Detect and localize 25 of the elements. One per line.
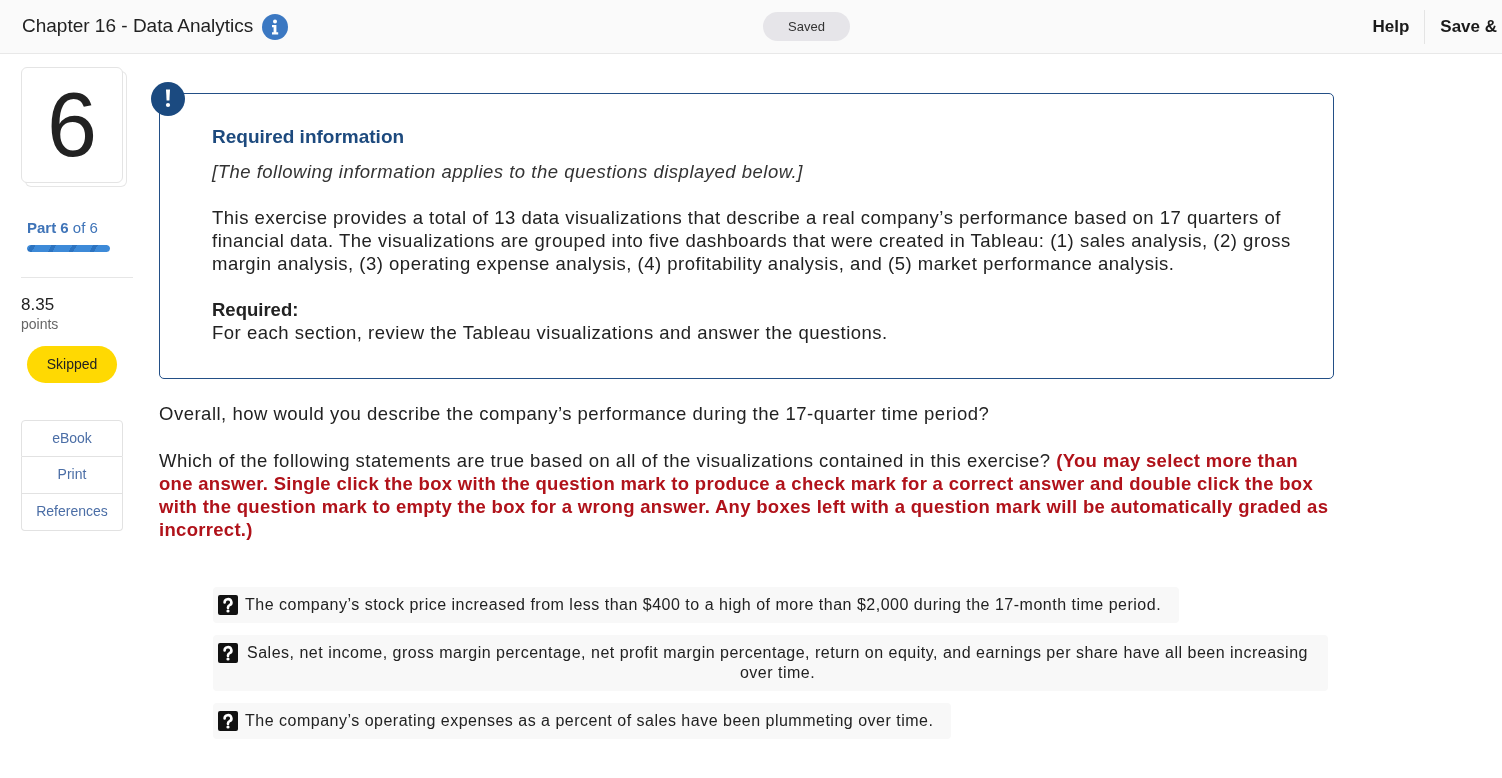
question-prompt: Overall, how would you describe the company’s performance during the 17-quarter time period? (159, 402, 991, 425)
info-body-text: This exercise provides a total of 13 data visualizations that describe a real company’s performance based on 17 quarters of financial data. The visualizations are grouped into five dashboards that were created in Tableau: (1) sales analysis, (2) gross margin analysis, (3) operating expense analysis, (4) profitability analysis, and (5) market performance analysis. (212, 206, 1292, 275)
required-label: Required: (212, 298, 300, 321)
points-label: points (21, 314, 60, 333)
required-text: For each section, review the Tableau visualizations and answer the questions. (212, 321, 889, 344)
header-action-link[interactable]: Save & (1440, 13, 1497, 40)
resource-link-button[interactable]: References (21, 493, 123, 531)
points-value: 8.35 (21, 294, 56, 315)
skipped-status-pill: Skipped (27, 345, 117, 383)
resource-link-button[interactable]: eBook (21, 419, 123, 457)
required-information-title: Required information (212, 125, 406, 148)
option-text: The company’s operating expenses as a percent of sales have been plummeting over time. (245, 711, 934, 731)
saved-status-pill: Saved (763, 12, 850, 41)
question-mark-icon[interactable] (218, 711, 238, 731)
question-instruction: Which of the following statements are true based on all of the visualizations contained in this exercise? (You may select more than one answer. Single click the box with the question mark to produce a check mark for a correct answer and double click the box with the question mark to empty the box for a wrong answer. Any boxes left with a question mark will be automatically graded as incorrect.) (159, 449, 1330, 541)
part-label: Part 6 of 6 (27, 218, 99, 238)
resource-link-button[interactable]: Print (21, 456, 123, 494)
chapter-title: Chapter 16 - Data Analytics (22, 14, 254, 39)
header-action-link[interactable]: Help (1372, 13, 1410, 40)
info-note: [The following information applies to the questions displayed below.] (212, 160, 804, 183)
option-text: The company’s stock price increased from less than $400 to a high of more than $2,000 during the 17-month time period. (245, 595, 1162, 615)
info-icon[interactable] (262, 13, 289, 40)
option-text: Sales, net income, gross margin percentage, net profit margin percentage, return on equity, and earnings per share have all been increasing over time. (246, 643, 1309, 683)
question-mark-icon[interactable] (218, 643, 238, 663)
question-mark-icon[interactable] (218, 595, 238, 615)
